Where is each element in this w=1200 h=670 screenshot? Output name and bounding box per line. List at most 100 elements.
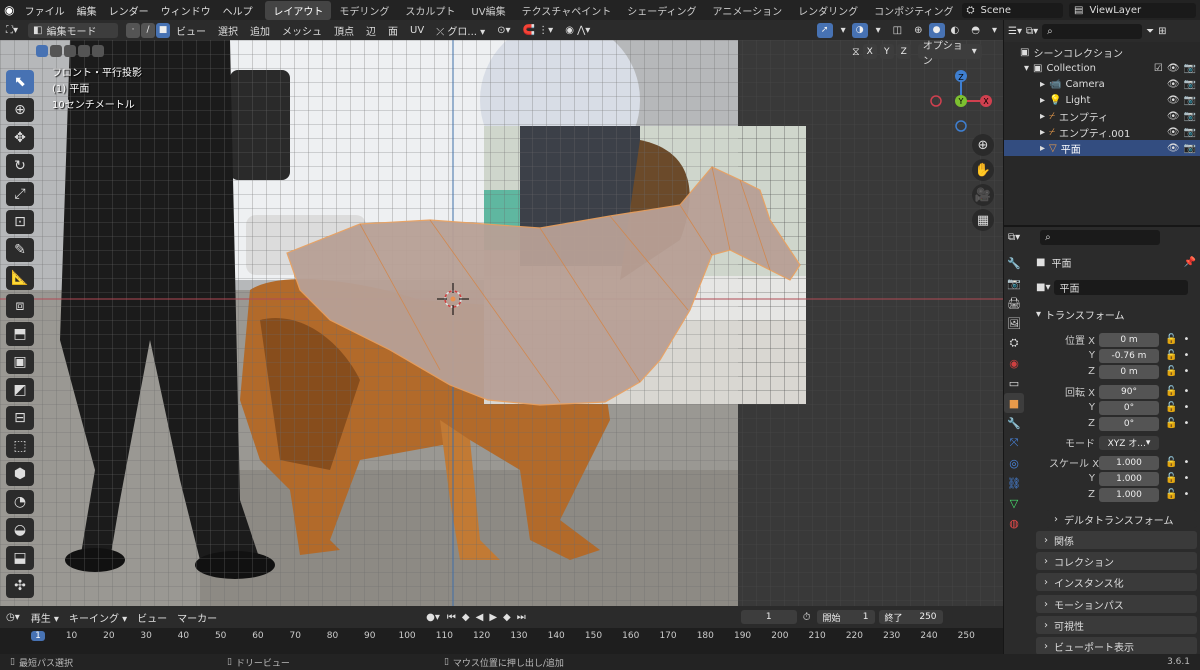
eye-icon[interactable]: 👁 <box>1167 63 1180 74</box>
outliner-row-collection[interactable]: ▾ ▣ Collection ☑ 👁 📷 <box>1004 60 1200 76</box>
annotate-tool-icon[interactable]: ✎ <box>6 238 34 262</box>
keyframe-dot-icon[interactable]: • <box>1183 402 1189 413</box>
ortho-toggle-icon[interactable]: ▦ <box>972 209 994 231</box>
camera-render-icon[interactable]: 📷 <box>1184 111 1196 122</box>
keyframe-dot-icon[interactable]: • <box>1183 457 1189 468</box>
timeline-ruler[interactable]: 1 10 20 30 40 50 60 70 80 90 100 110 120 130 140 150 160… <box>0 628 1003 654</box>
rotation-y-field[interactable]: 0° <box>1099 400 1159 415</box>
display-mode-icon[interactable]: ⧉▾ <box>1026 26 1038 37</box>
menu-help[interactable]: ヘルプ <box>217 3 259 18</box>
menu-render[interactable]: レンダー <box>103 3 155 18</box>
select-new-icon[interactable] <box>36 45 48 57</box>
scale-x-field[interactable]: 1.000 <box>1099 455 1159 470</box>
inset-tool-icon[interactable]: ▣ <box>6 350 34 374</box>
material-tab-icon[interactable]: ◍ <box>1004 513 1024 533</box>
lock-icon[interactable]: 🔓 <box>1165 334 1177 345</box>
shading-dropdown-icon[interactable]: ▾ <box>986 25 1003 36</box>
eye-icon[interactable]: 👁 <box>1167 111 1180 122</box>
select-box-tool-icon[interactable]: ⬉ <box>6 70 34 94</box>
menu-vertex[interactable]: 頂点 <box>328 23 360 38</box>
select-intersect-icon[interactable] <box>92 45 104 57</box>
loop-cut-tool-icon[interactable]: ⊟ <box>6 406 34 430</box>
section-delta-transform[interactable]: › デルタトランスフォーム <box>1046 510 1197 528</box>
eye-icon[interactable]: 👁 <box>1167 79 1180 90</box>
keyframe-dot-icon[interactable]: • <box>1183 473 1189 484</box>
rotation-z-field[interactable]: 0° <box>1099 416 1159 431</box>
object-name-field[interactable]: 平面 <box>1054 280 1189 295</box>
menu-window[interactable]: ウィンドウ <box>155 3 217 18</box>
camera-render-icon[interactable]: 📷 <box>1184 143 1196 154</box>
3d-viewport[interactable]: Z Y X ⧖ X Y Z オプション ▾ フロント・平行投影 (1) 平面 10… <box>0 40 1003 606</box>
solid-shading-icon[interactable]: ● <box>928 22 945 38</box>
tab-shading[interactable]: シェーディング <box>619 1 704 20</box>
extrude-tool-icon[interactable]: ⬒ <box>6 322 34 346</box>
pivot-icon[interactable]: ⊙▾ <box>491 25 516 36</box>
tab-rendering[interactable]: レンダリング <box>790 1 866 20</box>
properties-search-input[interactable]: ⌕ <box>1040 229 1161 245</box>
view-layer-tab-icon[interactable]: 🖼 <box>1004 313 1024 333</box>
mirror-icon[interactable]: ⧖ <box>852 45 860 59</box>
tab-texture-paint[interactable]: テクスチャペイント <box>514 1 620 20</box>
jump-end-icon[interactable]: ⏭ <box>514 612 529 623</box>
blender-logo-icon[interactable]: ◉ <box>0 3 19 17</box>
lock-icon[interactable]: 🔓 <box>1165 402 1177 413</box>
outliner-row-scene-collection[interactable]: ▣ シーンコレクション <box>1004 44 1200 60</box>
measure-tool-icon[interactable]: 📐 <box>6 266 34 290</box>
location-z-field[interactable]: 0 m <box>1099 364 1159 379</box>
stopwatch-icon[interactable]: ⏱ <box>797 612 817 623</box>
menu-edge[interactable]: 辺 <box>360 23 382 38</box>
frame-start-field[interactable]: 開始 1 <box>816 610 875 624</box>
jump-start-icon[interactable]: ⏮ <box>444 612 459 623</box>
outliner-row-light[interactable]: ▸ 💡 Light 👁 📷 <box>1004 92 1200 108</box>
outliner-row-empty-001[interactable]: ▸ ⌿ エンプティ.001 👁 📷 <box>1004 124 1200 140</box>
checkbox-icon[interactable]: ☑ <box>1154 63 1163 74</box>
transform-header[interactable]: ▾ トランスフォーム <box>1036 307 1197 322</box>
collection-tab-icon[interactable]: ▭ <box>1004 373 1024 393</box>
select-invert-icon[interactable] <box>78 45 90 57</box>
bevel-tool-icon[interactable]: ◩ <box>6 378 34 402</box>
tab-uv-editing[interactable]: UV編集 <box>463 1 513 20</box>
view-layer-selector[interactable]: ▤ ViewLayer <box>1069 2 1196 18</box>
overlay-dropdown-icon[interactable]: ▾ <box>870 25 887 36</box>
filter-icon[interactable]: ⏷ <box>1146 26 1154 37</box>
eye-icon[interactable]: 👁 <box>1167 127 1180 138</box>
tab-layout[interactable]: レイアウト <box>265 0 332 20</box>
current-frame-marker[interactable]: 1 <box>31 631 45 641</box>
tab-animation[interactable]: アニメーション <box>705 1 791 20</box>
menu-marker[interactable]: マーカー <box>172 610 222 625</box>
snap-icon[interactable]: 🧲 ⋮▾ <box>517 25 560 36</box>
next-keyframe-icon[interactable]: ◆ <box>500 612 514 623</box>
keyframe-dot-icon[interactable]: • <box>1183 334 1189 345</box>
lock-icon[interactable]: 🔓 <box>1165 418 1177 429</box>
play-icon[interactable]: ▶ <box>486 612 500 623</box>
world-tab-icon[interactable]: ◉ <box>1004 353 1024 373</box>
outliner-search-input[interactable]: ⌕ <box>1042 23 1143 39</box>
move-tool-icon[interactable]: ✥ <box>6 126 34 150</box>
outliner-editor-icon[interactable]: ☰▾ <box>1008 26 1022 37</box>
current-frame-field[interactable]: 1 <box>740 610 797 624</box>
orientation-dropdown[interactable]: ⤫ グロ... ▾ <box>430 23 491 38</box>
pan-hand-icon[interactable]: ✋ <box>972 159 994 181</box>
camera-render-icon[interactable]: 📷 <box>1184 63 1196 74</box>
keyframe-dot-icon[interactable]: • <box>1183 418 1189 429</box>
timeline-editor-icon[interactable]: ◷▾ <box>0 612 26 623</box>
edge-select-button[interactable]: / <box>141 22 156 38</box>
rotate-tool-icon[interactable]: ↻ <box>6 154 34 178</box>
scale-tool-icon[interactable]: ⤢ <box>6 182 34 206</box>
location-x-field[interactable]: 0 m <box>1099 332 1159 347</box>
section-visibility[interactable]: › 可視性 <box>1036 616 1197 634</box>
scale-z-field[interactable]: 1.000 <box>1099 487 1159 502</box>
rotation-mode-dropdown[interactable]: XYZ オ... ▾ <box>1099 435 1159 450</box>
menu-uv[interactable]: UV <box>404 25 430 36</box>
poly-build-tool-icon[interactable]: ⬢ <box>6 462 34 486</box>
menu-face[interactable]: 面 <box>382 23 404 38</box>
object-data-icon[interactable]: ■▾ <box>1036 282 1050 293</box>
material-shading-icon[interactable]: ◐ <box>945 25 966 36</box>
tab-sculpt[interactable]: スカルプト <box>397 1 463 20</box>
lock-icon[interactable]: 🔓 <box>1165 366 1177 377</box>
wireframe-shading-icon[interactable]: ⊕ <box>908 25 928 36</box>
tab-modeling[interactable]: モデリング <box>331 1 397 20</box>
pin-icon[interactable]: 📌 <box>1184 257 1196 268</box>
menu-select[interactable]: 選択 <box>212 23 244 38</box>
section-collections[interactable]: › コレクション <box>1036 552 1197 570</box>
